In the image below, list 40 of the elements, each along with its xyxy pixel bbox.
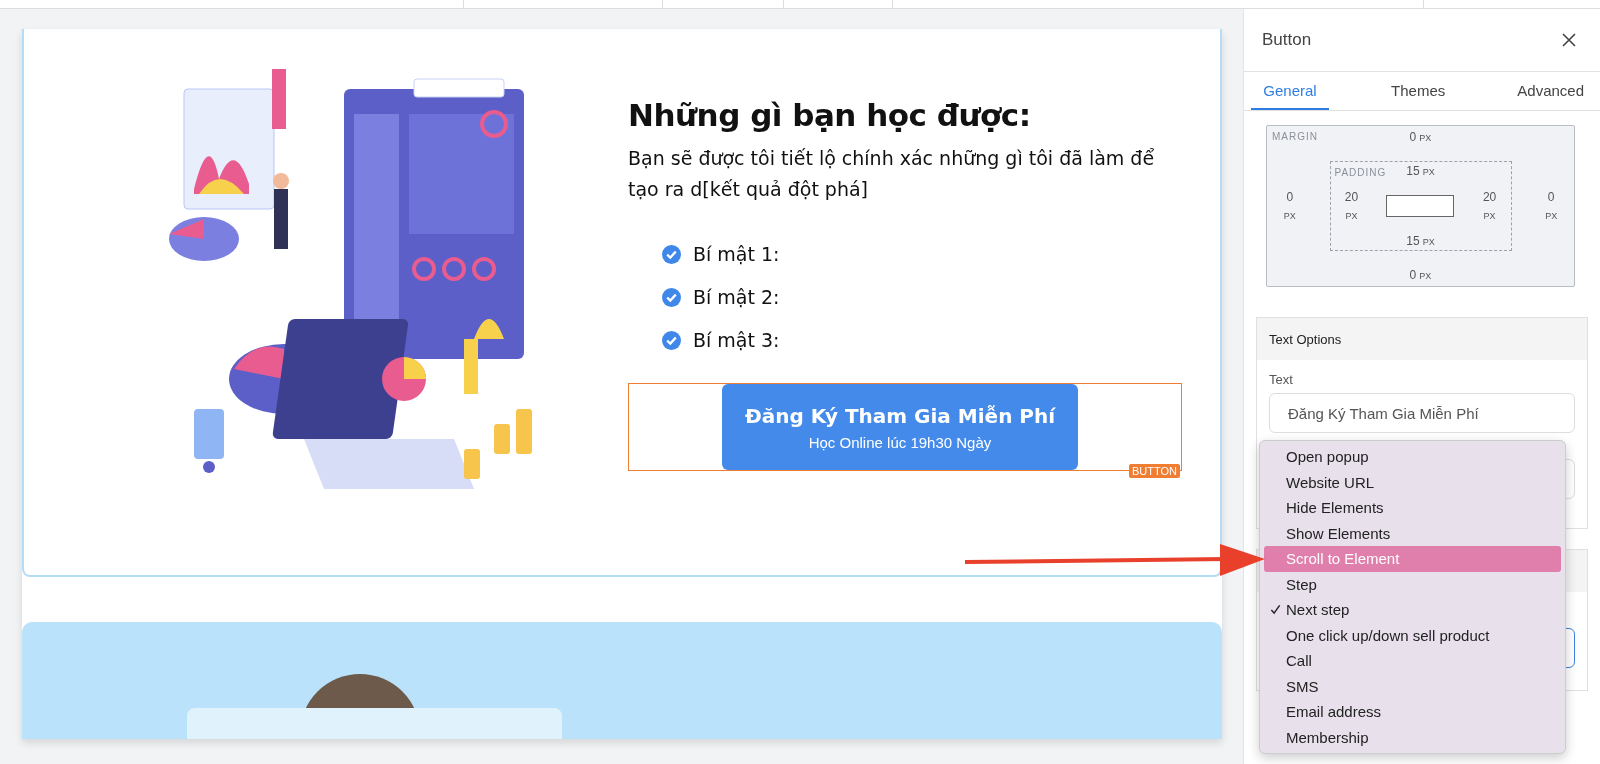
padding-label: PADDING bbox=[1334, 167, 1387, 178]
padding-bottom-value[interactable]: 15 PX bbox=[1406, 234, 1435, 248]
card-title: Text Options bbox=[1269, 331, 1342, 347]
check-circle-icon bbox=[662, 244, 681, 264]
margin-label: MARGIN bbox=[1272, 131, 1318, 142]
close-icon[interactable] bbox=[1562, 33, 1576, 47]
menu-item[interactable]: Next step bbox=[1264, 597, 1561, 623]
padding-right-value[interactable]: 20 PX bbox=[1482, 187, 1497, 225]
menu-item[interactable]: SMS bbox=[1264, 673, 1561, 699]
margin-left-value[interactable]: 0 PX bbox=[1283, 187, 1296, 225]
check-circle-icon bbox=[662, 287, 681, 307]
padding-top-value[interactable]: 15 PX bbox=[1406, 164, 1435, 178]
bullet-text: Bí mật 2: bbox=[693, 286, 780, 308]
margin-right-value[interactable]: 0 PX bbox=[1545, 187, 1558, 225]
panel-title: Button bbox=[1262, 30, 1312, 50]
menu-item[interactable]: Hide Elements bbox=[1264, 495, 1561, 521]
padding-left-value[interactable]: 20 PX bbox=[1344, 187, 1359, 225]
checkmark-icon bbox=[1269, 604, 1281, 616]
menu-item[interactable]: Open popup bbox=[1264, 444, 1561, 470]
menu-item[interactable]: Membership bbox=[1264, 724, 1561, 750]
content-box bbox=[1386, 195, 1455, 217]
menu-item[interactable]: Step bbox=[1264, 571, 1561, 597]
intro-paragraph: Bạn sẽ được tôi tiết lộ chính xác những gì tôi đã làm để tạo ra d[kết quả đột phá] bbox=[628, 146, 1156, 202]
element-type-tag: BUTTON bbox=[1128, 464, 1180, 478]
panel-tab[interactable]: General bbox=[1251, 72, 1329, 110]
bullet-text: Bí mật 3: bbox=[693, 329, 780, 351]
menu-item[interactable]: Website URL bbox=[1264, 469, 1561, 495]
menu-item[interactable]: Email address bbox=[1264, 699, 1561, 725]
text-input-field[interactable]: Đăng Ký Tham Gia Miễn Phí bbox=[1269, 393, 1575, 433]
field-label: Text bbox=[1269, 372, 1294, 387]
menu-item[interactable]: Call bbox=[1264, 648, 1561, 674]
panel-tab[interactable]: Themes bbox=[1381, 72, 1456, 110]
menu-item[interactable]: One click up/down sell product bbox=[1264, 622, 1561, 648]
bullet-text: Bí mật 1: bbox=[693, 243, 780, 265]
panel-tab[interactable]: Advanced bbox=[1507, 72, 1594, 110]
section-heading: Những gì bạn học được: bbox=[628, 97, 1032, 133]
margin-top-value[interactable]: 0 PX bbox=[1409, 130, 1432, 144]
check-circle-icon bbox=[662, 330, 681, 350]
margin-bottom-value[interactable]: 0 PX bbox=[1409, 268, 1432, 282]
menu-item[interactable]: Show Elements bbox=[1264, 520, 1561, 546]
